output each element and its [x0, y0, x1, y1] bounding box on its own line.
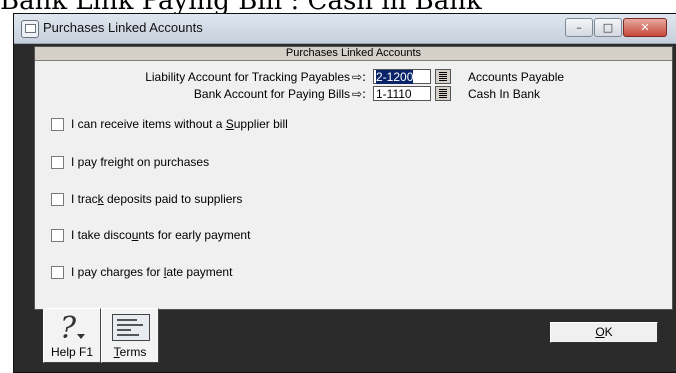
minimize-button[interactable]: –	[565, 18, 593, 37]
window-icon	[21, 20, 39, 38]
zoom-arrow-icon[interactable]: ⇨:	[352, 87, 366, 101]
close-button[interactable]: ✕	[623, 18, 667, 37]
checkbox-label: I take discounts for early payment	[71, 228, 251, 242]
help-icon: ?	[60, 311, 77, 346]
help-button[interactable]: ? Help F1	[43, 308, 101, 363]
purchases-linked-accounts-window: Purchases Linked Accounts – □ ✕ Purchase…	[13, 13, 676, 373]
close-icon: ✕	[640, 21, 650, 34]
checkbox[interactable]	[51, 193, 64, 206]
checkbox[interactable]	[51, 118, 64, 131]
bank-account-name: Cash In Bank	[468, 87, 541, 101]
zoom-arrow-icon[interactable]: ⇨:	[352, 70, 366, 84]
minimize-icon: –	[576, 21, 582, 34]
terms-button[interactable]: Terms	[101, 308, 159, 363]
list-icon	[439, 72, 447, 73]
checkbox-label: I track deposits paid to suppliers	[71, 192, 243, 206]
terms-card-icon	[112, 314, 150, 341]
liability-account-lookup-button[interactable]	[435, 69, 451, 84]
liability-account-label: Liability Account for Tracking Payables	[145, 70, 350, 84]
bank-account-lookup-button[interactable]	[435, 86, 451, 101]
checkbox[interactable]	[51, 156, 64, 169]
list-icon	[439, 89, 447, 90]
bank-account-value: 1-1110	[376, 87, 412, 101]
checkbox-label: I pay freight on purchases	[71, 155, 210, 169]
bank-account-field[interactable]: 1-1110	[373, 86, 431, 101]
checkbox-label: I pay charges for late payment	[71, 265, 233, 279]
title-bar[interactable]: Purchases Linked Accounts – □ ✕	[14, 14, 676, 44]
maximize-button[interactable]: □	[594, 18, 622, 37]
maximize-icon: □	[602, 21, 614, 34]
help-button-label: Help F1	[50, 345, 94, 359]
panel-header: Purchases Linked Accounts	[35, 47, 672, 61]
checkbox[interactable]	[51, 229, 64, 242]
linked-accounts-panel: Purchases Linked Accounts Liability Acco…	[34, 46, 673, 310]
liability-account-value: 2-1200	[376, 70, 414, 84]
liability-account-field[interactable]: 2-1200	[373, 69, 431, 84]
window-title: Purchases Linked Accounts	[43, 20, 203, 35]
checkbox[interactable]	[51, 266, 64, 279]
checkbox-label: I can receive items without a Supplier b…	[71, 117, 288, 131]
bank-account-label: Bank Account for Paying Bills	[193, 87, 350, 101]
ok-button[interactable]: OK	[550, 322, 658, 343]
chevron-down-icon	[77, 334, 85, 339]
liability-account-name: Accounts Payable	[468, 70, 565, 84]
terms-button-label: Terms	[113, 345, 147, 359]
